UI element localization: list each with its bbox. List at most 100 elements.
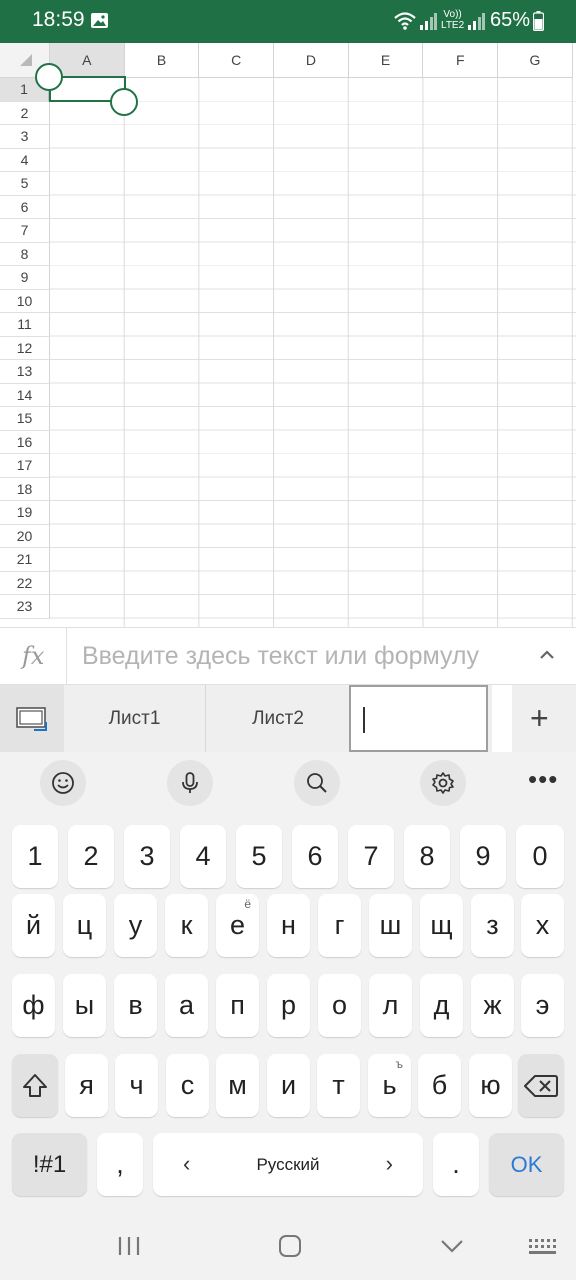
backspace-key[interactable] bbox=[518, 1054, 564, 1117]
row-header[interactable]: 16 bbox=[0, 430, 50, 454]
key-ю[interactable]: ю bbox=[469, 1054, 512, 1117]
formula-input[interactable]: Введите здесь текст или формулу bbox=[82, 642, 479, 671]
key-м[interactable]: м bbox=[216, 1054, 259, 1117]
selection-handle-top-left[interactable] bbox=[35, 63, 63, 91]
row-header[interactable]: 8 bbox=[0, 242, 50, 266]
key-4[interactable]: 4 bbox=[180, 825, 226, 888]
keyboard-settings-button[interactable] bbox=[420, 760, 466, 806]
period-key[interactable]: . bbox=[433, 1133, 479, 1196]
key-р[interactable]: р bbox=[267, 974, 310, 1037]
row-header[interactable]: 15 bbox=[0, 407, 50, 431]
row-header[interactable]: 7 bbox=[0, 219, 50, 243]
key-3[interactable]: 3 bbox=[124, 825, 170, 888]
comma-key[interactable]: , bbox=[97, 1133, 143, 1196]
emoji-button[interactable] bbox=[40, 760, 86, 806]
row-header[interactable]: 23 bbox=[0, 595, 50, 619]
key-з[interactable]: з bbox=[471, 894, 514, 957]
row-header[interactable]: 6 bbox=[0, 195, 50, 219]
voice-input-button[interactable] bbox=[167, 760, 213, 806]
key-7[interactable]: 7 bbox=[348, 825, 394, 888]
key-о[interactable]: о bbox=[318, 974, 361, 1037]
key-ы[interactable]: ы bbox=[63, 974, 106, 1037]
keyboard-search-button[interactable] bbox=[294, 760, 340, 806]
symbols-key[interactable]: !#1 bbox=[12, 1133, 87, 1196]
key-2[interactable]: 2 bbox=[68, 825, 114, 888]
selection-handle-bottom-right[interactable] bbox=[110, 88, 138, 116]
row-header[interactable]: 14 bbox=[0, 383, 50, 407]
row-header[interactable]: 17 bbox=[0, 454, 50, 478]
more-icon[interactable]: ••• bbox=[528, 764, 558, 795]
key-н[interactable]: н bbox=[267, 894, 310, 957]
space-key[interactable]: ‹ Русский › bbox=[153, 1133, 423, 1196]
key-й[interactable]: й bbox=[12, 894, 55, 957]
hide-keyboard-chevron-icon[interactable] bbox=[440, 1238, 464, 1254]
key-ф[interactable]: ф bbox=[12, 974, 55, 1037]
key-у[interactable]: у bbox=[114, 894, 157, 957]
row-header[interactable]: 10 bbox=[0, 289, 50, 313]
key-9[interactable]: 9 bbox=[460, 825, 506, 888]
key-ч[interactable]: ч bbox=[115, 1054, 158, 1117]
key-э[interactable]: э bbox=[521, 974, 564, 1037]
column-header-g[interactable]: G bbox=[498, 43, 573, 78]
key-0[interactable]: 0 bbox=[516, 825, 564, 888]
tab-sheet1[interactable]: Лист1 bbox=[64, 685, 206, 752]
add-sheet-button[interactable]: + bbox=[530, 702, 549, 734]
row-header[interactable]: 19 bbox=[0, 501, 50, 525]
row-header[interactable]: 22 bbox=[0, 571, 50, 595]
tab-sheet2[interactable]: Лист2 bbox=[207, 685, 349, 752]
sheets-view-button[interactable] bbox=[0, 685, 64, 752]
row-header[interactable]: 9 bbox=[0, 266, 50, 290]
key-к[interactable]: к bbox=[165, 894, 208, 957]
key-е[interactable]: е ё bbox=[216, 894, 259, 957]
key-в[interactable]: в bbox=[114, 974, 157, 1037]
key-т[interactable]: т bbox=[317, 1054, 360, 1117]
key-л[interactable]: л bbox=[369, 974, 412, 1037]
row-header[interactable]: 13 bbox=[0, 360, 50, 384]
key-г[interactable]: г bbox=[318, 894, 361, 957]
key-д[interactable]: д bbox=[420, 974, 463, 1037]
keyboard-switch-icon[interactable] bbox=[528, 1238, 556, 1256]
key-щ[interactable]: щ bbox=[420, 894, 463, 957]
row-header[interactable]: 3 bbox=[0, 125, 50, 149]
column-header-b[interactable]: B bbox=[124, 43, 200, 78]
key-с[interactable]: с bbox=[166, 1054, 209, 1117]
home-button[interactable] bbox=[279, 1235, 301, 1257]
row-header[interactable]: 2 bbox=[0, 101, 50, 125]
row-header[interactable]: 4 bbox=[0, 148, 50, 172]
key-а[interactable]: а bbox=[165, 974, 208, 1037]
cursor-right-arrow[interactable]: › bbox=[386, 1151, 393, 1177]
spreadsheet-grid[interactable]: A B C D E F G 1 2 3 4 5 6 7 8 9 10 11 12… bbox=[0, 43, 576, 627]
key-я[interactable]: я bbox=[65, 1054, 108, 1117]
row-header[interactable]: 20 bbox=[0, 524, 50, 548]
shift-key[interactable] bbox=[12, 1054, 58, 1117]
key-ж[interactable]: ж bbox=[471, 974, 514, 1037]
row-header[interactable]: 18 bbox=[0, 477, 50, 501]
key-5[interactable]: 5 bbox=[236, 825, 282, 888]
key-ц[interactable]: ц bbox=[63, 894, 106, 957]
fx-icon[interactable]: fx bbox=[22, 642, 44, 670]
row-header[interactable]: 21 bbox=[0, 548, 50, 572]
column-header-d[interactable]: D bbox=[274, 43, 349, 78]
column-header-f[interactable]: F bbox=[423, 43, 499, 78]
key-ш[interactable]: ш bbox=[369, 894, 412, 957]
chevron-up-icon[interactable] bbox=[538, 648, 556, 662]
key-и[interactable]: и bbox=[267, 1054, 310, 1117]
row-header[interactable]: 12 bbox=[0, 336, 50, 360]
emoji-icon bbox=[52, 772, 74, 794]
column-header-c[interactable]: C bbox=[199, 43, 275, 78]
ok-key[interactable]: OK bbox=[489, 1133, 564, 1196]
key-8[interactable]: 8 bbox=[404, 825, 450, 888]
key-ь[interactable]: ь ъ bbox=[368, 1054, 411, 1117]
new-sheet-name-input[interactable] bbox=[349, 685, 488, 752]
row-header[interactable]: 5 bbox=[0, 172, 50, 196]
key-п[interactable]: п bbox=[216, 974, 259, 1037]
key-х[interactable]: х bbox=[521, 894, 564, 957]
column-header-e[interactable]: E bbox=[348, 43, 424, 78]
row-header[interactable]: 11 bbox=[0, 313, 50, 337]
key-б[interactable]: б bbox=[418, 1054, 461, 1117]
key-1[interactable]: 1 bbox=[12, 825, 58, 888]
key-6[interactable]: 6 bbox=[292, 825, 338, 888]
recent-apps-icon[interactable] bbox=[117, 1236, 141, 1256]
cursor-left-arrow[interactable]: ‹ bbox=[183, 1151, 190, 1177]
cell-area[interactable] bbox=[50, 78, 576, 627]
